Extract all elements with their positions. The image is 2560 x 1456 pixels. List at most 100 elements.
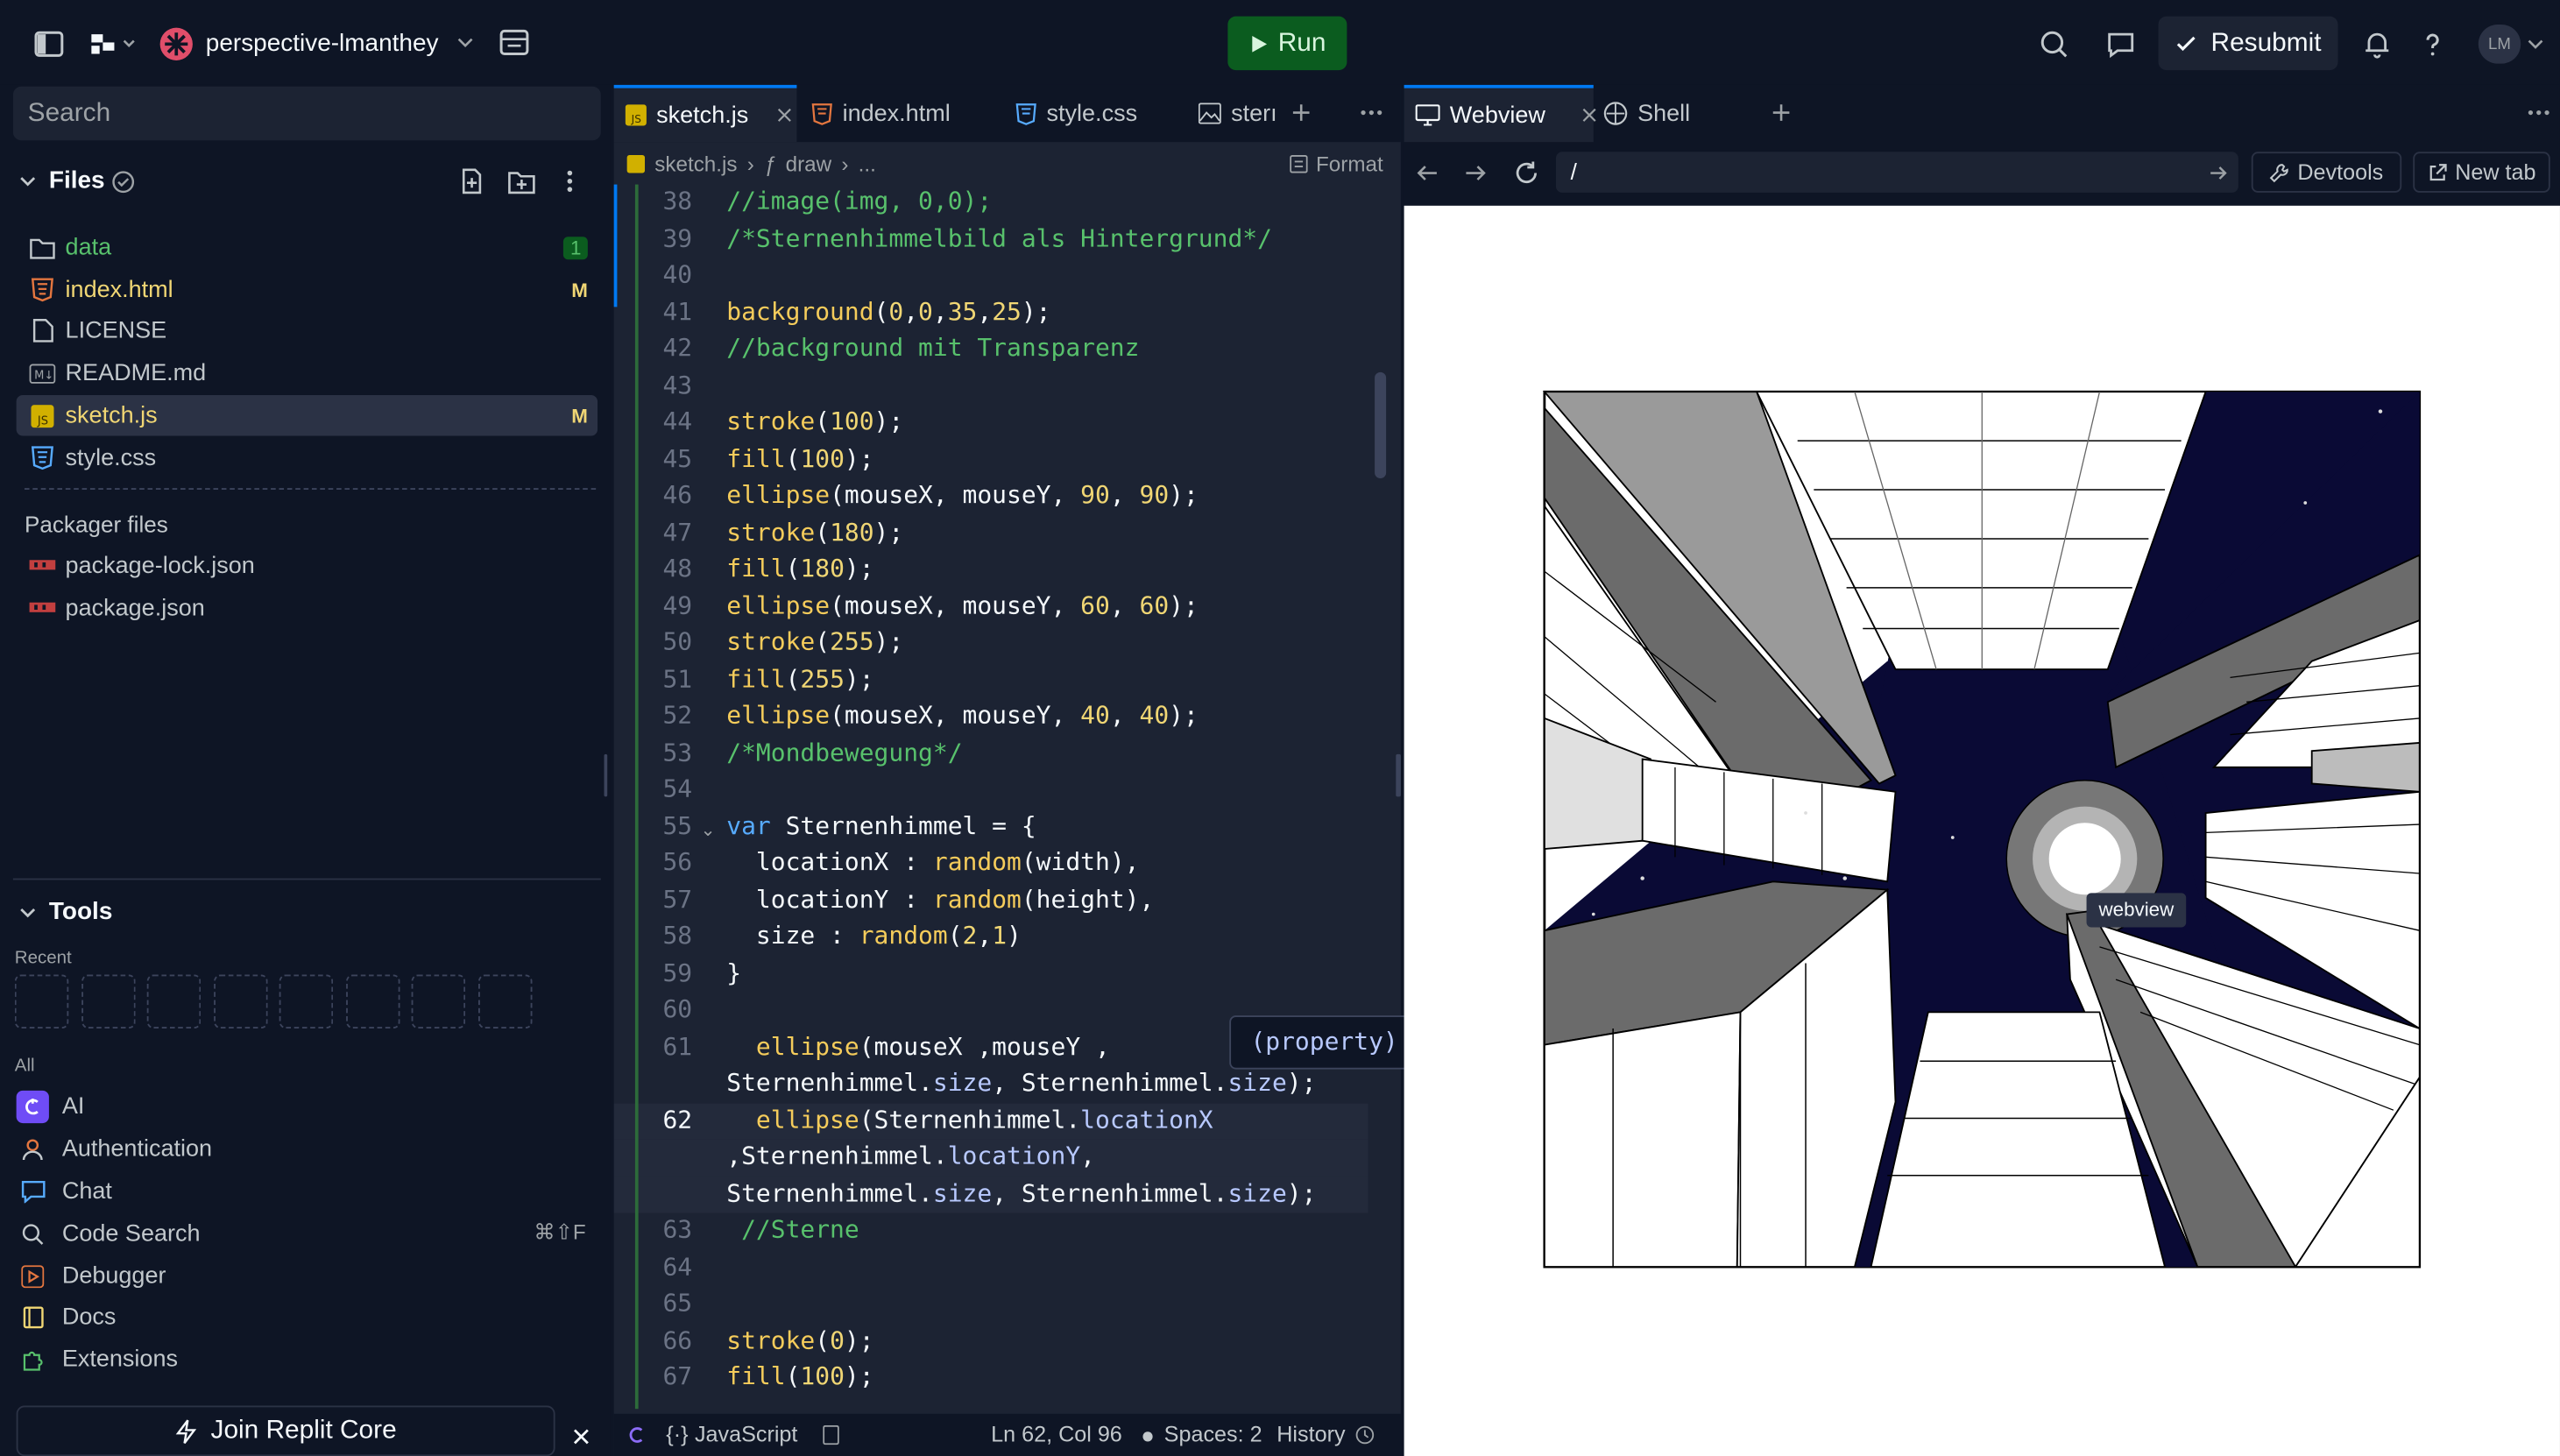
tool-extensions[interactable]: Extensions <box>17 1340 178 1380</box>
code-line[interactable]: locationY : random(height), <box>726 884 1154 914</box>
code-line[interactable]: fill(100); <box>726 1361 873 1391</box>
new-file-icon[interactable] <box>457 166 487 196</box>
project-name[interactable]: perspective-lmanthey <box>206 30 439 58</box>
code-line[interactable]: //background mit Transparenz <box>726 333 1139 363</box>
new-tab-button[interactable]: New tab <box>2413 152 2550 193</box>
code-line[interactable]: /*Sternenhimmelbild als Hintergrund*/ <box>726 223 1272 252</box>
tab-sketch-js[interactable]: JS sketch.js <box>613 84 797 143</box>
file-item-index-html[interactable]: index.html M <box>17 269 598 310</box>
resize-handle[interactable] <box>604 753 608 797</box>
code-line[interactable]: ,Sternenhimmel.locationY, <box>726 1141 1095 1171</box>
devtools-button[interactable]: Devtools <box>2251 152 2402 193</box>
search-input[interactable]: Search <box>12 86 601 141</box>
code-line[interactable]: locationX : random(width), <box>726 847 1140 877</box>
join-core-button[interactable]: Join Replit Core <box>16 1405 555 1456</box>
resize-handle[interactable] <box>1396 753 1401 797</box>
code-line[interactable]: stroke(255); <box>726 627 903 657</box>
file-item-data[interactable]: data 1 <box>17 227 598 268</box>
search-icon[interactable] <box>2038 28 2070 60</box>
code-area[interactable]: 38 //image(img, 0,0); 39 /*Sternenhimmelbil… <box>613 185 1368 1410</box>
code-line[interactable]: fill(180); <box>726 554 873 583</box>
more-options-icon[interactable] <box>2524 102 2554 124</box>
code-line[interactable]: /*Mondbewegung*/ <box>726 737 962 767</box>
more-options-icon[interactable] <box>555 166 585 196</box>
bell-icon[interactable] <box>2361 28 2394 60</box>
tool-chat[interactable]: Chat <box>17 1172 112 1212</box>
sketch-render[interactable] <box>1404 206 2560 1456</box>
tools-section-title[interactable]: Tools <box>49 898 112 926</box>
language-indicator[interactable]: {·} JavaScript <box>666 1422 797 1446</box>
code-line[interactable]: var Sternenhimmel = { <box>726 810 1036 840</box>
close-icon[interactable] <box>778 108 793 123</box>
tool-ai[interactable]: AI <box>16 1087 84 1127</box>
tab-shell[interactable]: Shell <box>1603 85 1734 142</box>
code-line[interactable]: stroke(100); <box>726 406 903 436</box>
code-line[interactable]: fill(255); <box>726 664 873 694</box>
code-line[interactable]: stroke(180); <box>726 517 903 547</box>
url-input[interactable]: / <box>1555 152 2238 193</box>
tool-debugger[interactable]: Debugger <box>17 1257 166 1297</box>
code-line[interactable]: Sternenhimmel.size, Sternenhimmel.size); <box>726 1068 1316 1098</box>
new-folder-icon[interactable] <box>506 166 536 196</box>
sidebar-toggle-icon[interactable] <box>32 28 65 60</box>
chevron-down-icon[interactable] <box>456 32 475 52</box>
code-line[interactable]: fill(100); <box>726 443 873 473</box>
code-line[interactable]: Sternenhimmel.size, Sternenhimmel.size); <box>726 1178 1316 1208</box>
code-line[interactable]: background(0,0,35,25); <box>726 296 1050 326</box>
file-item-sketch-js[interactable]: JS sketch.js M <box>16 394 598 436</box>
go-arrow-icon[interactable] <box>2207 161 2230 184</box>
breadcrumb-item[interactable]: ... <box>859 152 876 176</box>
breadcrumb-item[interactable]: draw <box>786 152 832 176</box>
breadcrumb-item[interactable]: sketch.js <box>654 152 737 176</box>
spaces-indicator[interactable]: Spaces: 2 <box>1164 1422 1262 1446</box>
file-item-package-json[interactable]: package.json <box>17 588 598 629</box>
tab-image[interactable]: sterı <box>1198 85 1284 142</box>
file-info-icon[interactable] <box>821 1424 840 1446</box>
files-section-title[interactable]: Files <box>49 166 105 194</box>
add-tab-icon[interactable] <box>1770 102 1793 124</box>
chat-icon[interactable] <box>2104 28 2137 60</box>
code-line[interactable]: ellipse(mouseX, mouseY, 90, 90); <box>726 480 1199 510</box>
code-line[interactable]: ellipse(mouseX ,mouseY , <box>726 1031 1110 1061</box>
avatar[interactable]: LM <box>2478 24 2521 64</box>
code-line[interactable]: size : random(2,1) <box>726 921 1022 951</box>
chevron-down-icon[interactable] <box>2526 34 2545 53</box>
reload-icon[interactable] <box>1512 159 1542 188</box>
code-line[interactable]: ellipse(Sternenhimmel.locationX <box>726 1105 1213 1134</box>
tab-style-css[interactable]: style.css <box>1015 85 1185 142</box>
back-arrow-icon[interactable] <box>1414 160 1440 187</box>
help-icon[interactable] <box>2416 28 2449 60</box>
scrollbar-thumb[interactable] <box>1375 371 1387 479</box>
tab-index-html[interactable]: index.html <box>811 85 999 142</box>
webview-canvas-area[interactable] <box>1404 205 2560 1456</box>
code-line[interactable]: ellipse(mouseX, mouseY, 40, 40); <box>726 700 1199 730</box>
ai-status-icon[interactable] <box>626 1424 648 1446</box>
code-line[interactable]: //image(img, 0,0); <box>726 186 992 216</box>
code-line[interactable]: stroke(0); <box>726 1325 873 1354</box>
chevron-down-icon[interactable] <box>17 170 39 193</box>
resubmit-button[interactable]: Resubmit <box>2158 16 2338 71</box>
close-icon[interactable] <box>568 1424 594 1450</box>
add-tab-icon[interactable] <box>1290 102 1312 124</box>
tab-webview[interactable]: Webview <box>1404 84 1596 143</box>
close-icon[interactable] <box>1581 108 1596 123</box>
more-options-icon[interactable] <box>1355 102 1388 124</box>
tool-code-search[interactable]: Code Search <box>17 1214 201 1254</box>
code-line[interactable]: ellipse(mouseX, mouseY, 60, 60); <box>726 590 1199 620</box>
code-line[interactable]: } <box>726 958 741 987</box>
tool-authentication[interactable]: Authentication <box>17 1130 212 1170</box>
file-item-style-css[interactable]: style.css <box>17 437 598 478</box>
fold-chevron-icon[interactable]: ⌄ <box>700 819 715 839</box>
tool-docs[interactable]: Docs <box>17 1297 116 1337</box>
forward-arrow-icon[interactable] <box>1463 160 1489 187</box>
history-button[interactable]: History <box>1276 1422 1375 1446</box>
file-item-license[interactable]: LICENSE <box>17 310 598 351</box>
workspace-switcher-icon[interactable] <box>87 28 139 60</box>
run-button[interactable]: Run <box>1227 16 1347 71</box>
code-line[interactable]: //Sterne <box>726 1214 859 1244</box>
file-item-package-lock[interactable]: package-lock.json <box>17 545 598 586</box>
format-button[interactable]: Format <box>1290 152 1383 176</box>
file-item-readme[interactable]: M↓ README.md <box>17 353 598 394</box>
cursor-position[interactable]: Ln 62, Col 96 <box>991 1422 1122 1446</box>
chevron-down-icon[interactable] <box>17 901 39 924</box>
